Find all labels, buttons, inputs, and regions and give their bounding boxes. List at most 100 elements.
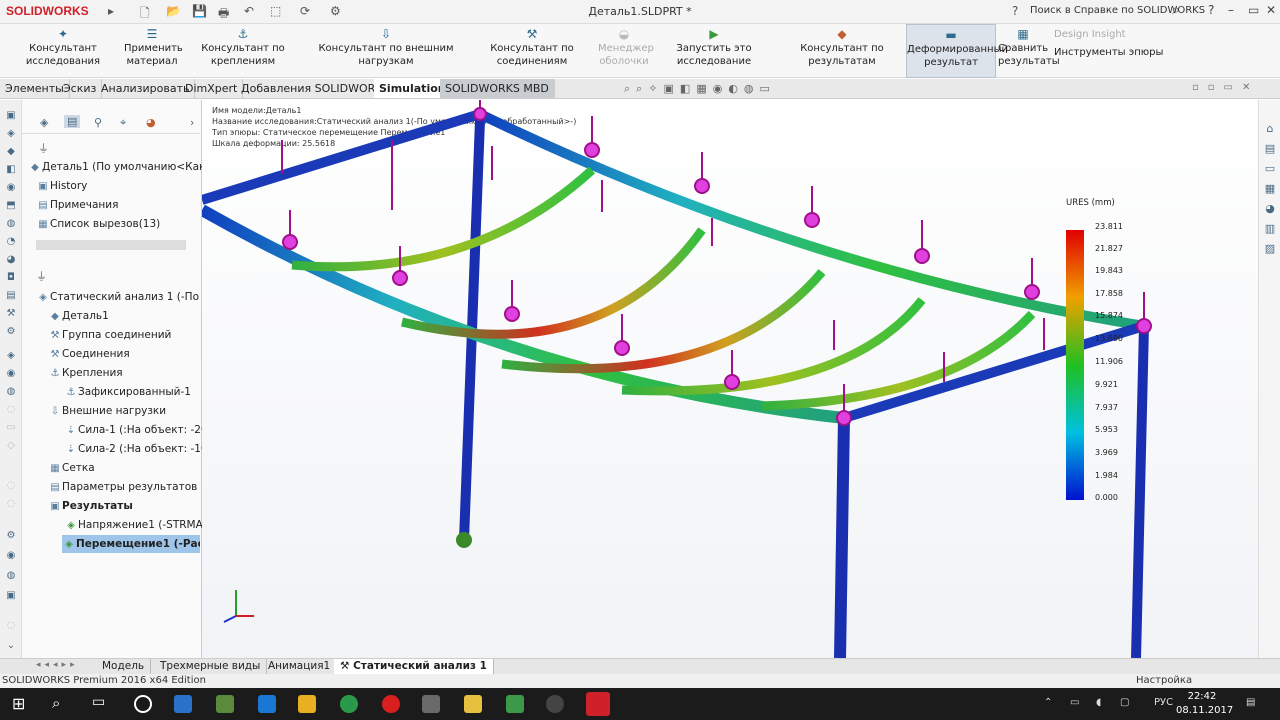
volume-icon[interactable]: ◖ xyxy=(1096,697,1101,708)
help-icon[interactable]: ? xyxy=(1208,3,1214,17)
help-search-input[interactable]: Поиск в Справке по SOLIDWORKS xyxy=(1030,5,1220,23)
home-icon[interactable]: ⌂ xyxy=(1263,122,1277,136)
torrent-icon[interactable] xyxy=(506,695,524,713)
results-advisor-button[interactable]: ◆ Консультант по результатам xyxy=(780,24,904,78)
obs-icon[interactable] xyxy=(546,695,564,713)
tab-addins[interactable]: Добавления SOLIDWORKS xyxy=(236,79,396,98)
tab-scroll-icons[interactable]: ◂◂◂▸▸ xyxy=(36,660,79,670)
tool-icon[interactable]: ◈ xyxy=(4,128,18,140)
tree-root-part[interactable]: ◆ Деталь1 (По умолчанию<Как xyxy=(28,158,204,176)
graphics-viewport[interactable]: Имя модели:Деталь1 Название исследования… xyxy=(202,100,1258,658)
tray-expand-icon[interactable]: ⌃ xyxy=(1044,697,1052,708)
external-loads-advisor-button[interactable]: ⇩ Консультант по внешним нагрузкам xyxy=(306,24,466,78)
tab-animation[interactable]: Анимация1 xyxy=(262,659,338,674)
tree-connections[interactable]: ⚒ Соединения xyxy=(48,345,224,363)
tab-mbd[interactable]: SOLIDWORKS MBD xyxy=(440,79,555,98)
tree-study[interactable]: ◈ Статический анализ 1 (-По умол xyxy=(36,288,212,306)
search-icon[interactable]: ⌕ xyxy=(52,694,60,712)
display-manager-icon[interactable]: ◕ xyxy=(146,116,156,129)
close-icon[interactable]: ✕ xyxy=(1266,3,1276,17)
plot-tools-button[interactable]: Инструменты эпюры xyxy=(1050,42,1180,62)
sim-icon-9[interactable]: ⚙ xyxy=(4,530,18,542)
apply-material-button[interactable]: ☰ Применить материал xyxy=(124,24,183,78)
clock[interactable]: 22:42 08.11.2017 xyxy=(1176,690,1233,718)
network-icon[interactable]: ▭ xyxy=(1070,697,1079,708)
tree-cutlist[interactable]: ▦ Список вырезов(13) xyxy=(36,215,212,233)
connections-advisor-button[interactable]: ⚒ Консультант по соединениям xyxy=(468,24,596,78)
deformed-result-button[interactable]: ▬ Деформированный результат xyxy=(906,24,1008,78)
part-icon[interactable]: ◧ xyxy=(4,164,18,176)
sim-filter-icon[interactable]: ⏚ xyxy=(36,268,47,284)
sim-icon-5[interactable]: ▭ xyxy=(4,422,18,434)
calculator-icon[interactable] xyxy=(422,695,440,713)
window-controls-icons[interactable]: ▫▫▭✕ xyxy=(1192,82,1259,93)
explorer-icon[interactable] xyxy=(298,695,316,713)
tree-mesh[interactable]: ▦ Сетка xyxy=(48,459,224,477)
shell-feature-icon[interactable]: ◘ xyxy=(4,272,18,284)
tree-result-options[interactable]: ▤ Параметры результатов xyxy=(48,478,224,496)
extrude-icon[interactable]: ⬒ xyxy=(4,200,18,212)
message-icon[interactable]: ▢ xyxy=(1120,697,1129,708)
appearances-icon[interactable]: ◕ xyxy=(1263,202,1277,216)
run-study-button[interactable]: ▶ Запустить это исследование xyxy=(652,24,776,78)
chrome-icon[interactable] xyxy=(340,695,358,713)
view-toolbar-icons[interactable]: ⌕⌕✧▣◧▦◉◐◍▭ xyxy=(624,82,776,96)
sim-icon-6[interactable]: ◇ xyxy=(4,440,18,452)
3d-icon[interactable]: ▣ xyxy=(4,110,18,122)
tree-connection-group[interactable]: ⚒ Группа соединений xyxy=(48,326,224,344)
language-indicator[interactable]: РУС xyxy=(1154,697,1173,708)
forum-icon[interactable]: ▨ xyxy=(1263,242,1277,256)
minimize-icon[interactable]: – xyxy=(1228,3,1234,17)
filter-icon[interactable]: ⏚ xyxy=(38,140,49,156)
tab-static-study[interactable]: ⚒ Статический анализ 1 xyxy=(334,659,494,674)
tree-history[interactable]: ▣ History xyxy=(36,177,212,195)
fixtures-advisor-button[interactable]: ⚓ Консультант по креплениям xyxy=(182,24,304,78)
sim-icon-4[interactable]: ◌ xyxy=(4,404,18,416)
tree-results[interactable]: ▣ Результаты xyxy=(48,497,224,515)
sim-icon-2[interactable]: ◉ xyxy=(4,368,18,380)
custom-properties-icon[interactable]: ▥ xyxy=(1263,222,1277,236)
search-icon[interactable]: ⌕ xyxy=(1172,2,1180,18)
sim-icon-8[interactable]: ◌ xyxy=(4,498,18,510)
compare-results-button[interactable]: ▦ Сравнить результаты xyxy=(998,24,1060,78)
tree-horizontal-scrollbar[interactable] xyxy=(36,240,186,250)
sim-icon-13[interactable]: ◌ xyxy=(4,620,18,632)
settings-text[interactable]: Настройка xyxy=(1136,674,1192,688)
tree-external-loads[interactable]: ⇩ Внешние нагрузки xyxy=(48,402,224,420)
task-view-icon[interactable]: ▭ xyxy=(92,694,105,710)
study-advisor-button[interactable]: ✦ Консультант исследования xyxy=(4,24,122,78)
sim-icon-10[interactable]: ◉ xyxy=(4,550,18,562)
maximize-icon[interactable]: ▭ xyxy=(1248,3,1259,17)
file-explorer-icon[interactable]: ▭ xyxy=(1263,162,1277,176)
help-search-icon[interactable]: ? xyxy=(1012,4,1018,18)
sim-icon-7[interactable]: ◌ xyxy=(4,480,18,492)
folder-icon[interactable] xyxy=(464,695,482,713)
sim-icon-1[interactable]: ◈ xyxy=(4,350,18,362)
store-icon[interactable] xyxy=(174,695,192,713)
hole-icon[interactable]: ◍ xyxy=(4,218,18,230)
tree-annotations[interactable]: ▤ Примечания xyxy=(36,196,212,214)
tab-model[interactable]: Модель xyxy=(96,659,152,674)
feature-manager-icon[interactable]: ◈ xyxy=(40,116,48,129)
skype-icon[interactable] xyxy=(134,695,152,713)
property-manager-icon[interactable]: ▤ xyxy=(64,115,81,128)
view-palette-icon[interactable]: ▦ xyxy=(1263,182,1277,196)
tree-part[interactable]: ◆ Деталь1 xyxy=(48,307,224,325)
tree-scroll-right-icon[interactable]: › xyxy=(190,116,194,129)
edge-icon[interactable] xyxy=(258,695,276,713)
rib-icon[interactable]: ▤ xyxy=(4,290,18,302)
sim-icon-3[interactable]: ◍ xyxy=(4,386,18,398)
dimxpert-icon[interactable]: ⌖ xyxy=(120,116,126,130)
tree-displacement-1[interactable]: ◈Перемещение1 (-Распол xyxy=(62,535,200,553)
gear-icon[interactable]: ⚙ xyxy=(4,326,18,338)
config-manager-icon[interactable]: ⚲ xyxy=(94,116,102,129)
fillet-icon[interactable]: ◔ xyxy=(4,236,18,248)
yandex-icon[interactable] xyxy=(382,695,400,713)
tab-3d-views[interactable]: Трехмерные виды xyxy=(154,659,268,674)
feature-icon[interactable]: ◉ xyxy=(4,182,18,194)
tree-fixtures[interactable]: ⚓ Крепления xyxy=(48,364,224,382)
cube-icon[interactable]: ◆ xyxy=(4,146,18,158)
weldment-icon[interactable]: ⚒ xyxy=(4,308,18,320)
chamfer-icon[interactable]: ◕ xyxy=(4,254,18,266)
sim-icon-11[interactable]: ◍ xyxy=(4,570,18,582)
